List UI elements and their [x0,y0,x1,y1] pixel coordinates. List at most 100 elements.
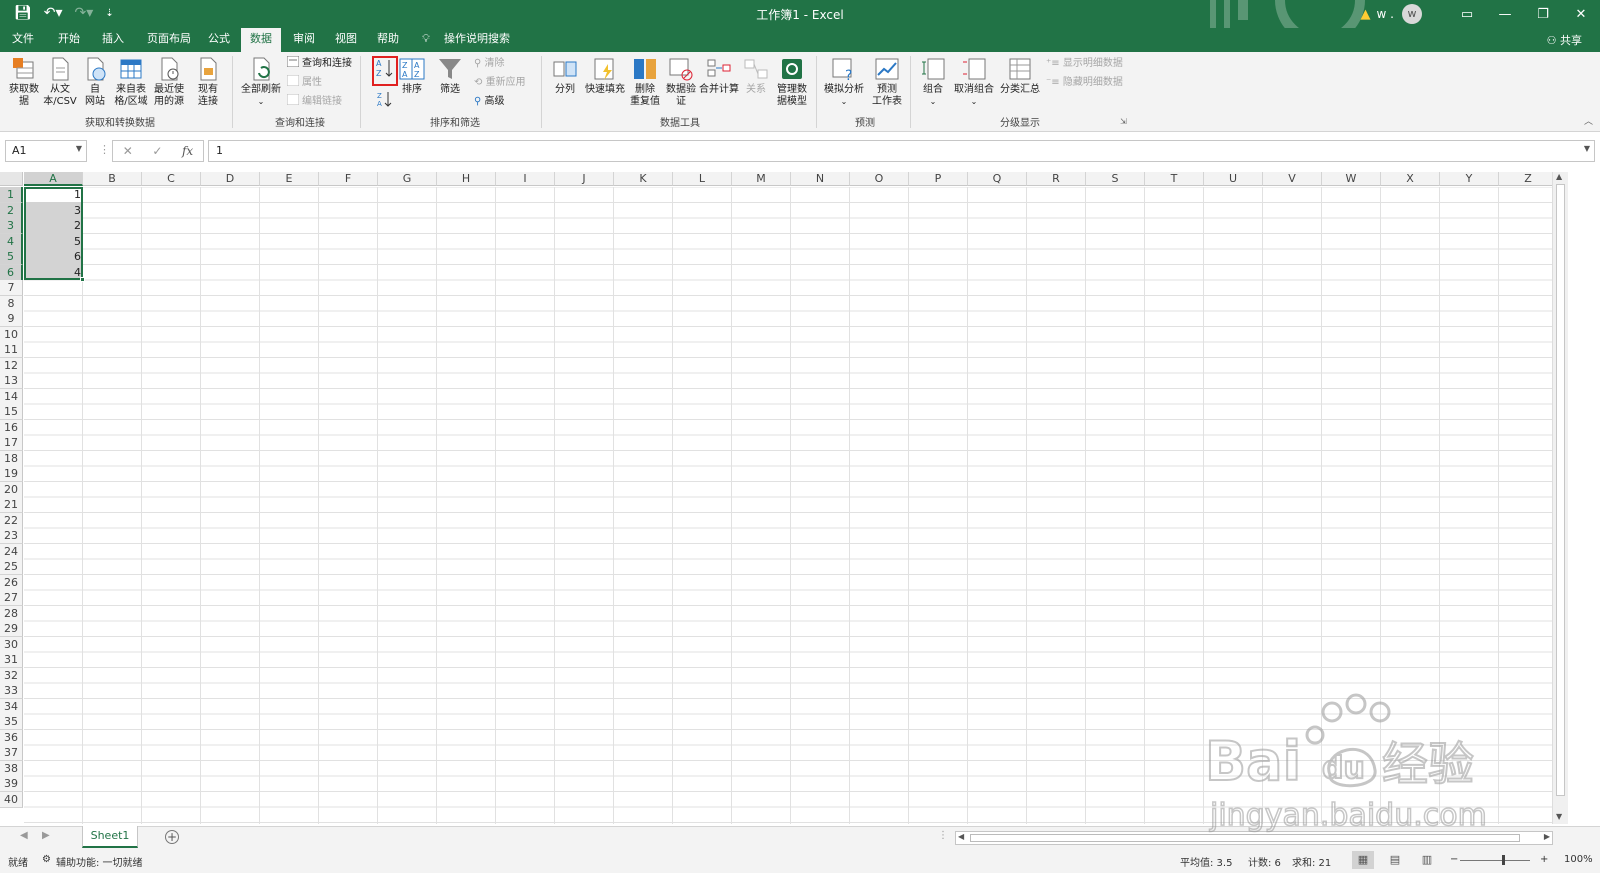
relationships-button[interactable]: 关系 [742,56,770,96]
remove-duplicates-button[interactable]: 删除 重复值 [628,56,662,108]
recent-sources-button[interactable]: 最近使 用的源 [150,56,188,108]
hide-detail-button[interactable]: ⁻≡ 隐藏明细数据 [1046,75,1123,91]
advanced-filter-button[interactable]: ⚲ 高级 [474,94,505,110]
warning-icon[interactable]: ▲ [1361,7,1371,22]
row-header-17[interactable]: 17 [0,435,23,451]
column-header-c[interactable]: C [142,172,201,186]
row-header-30[interactable]: 30 [0,636,23,653]
row-header-33[interactable]: 33 [0,683,23,699]
row-header-31[interactable]: 31 [0,652,23,668]
tab-page-layout[interactable]: 页面布局 [140,28,198,52]
row-header-7[interactable]: 7 [0,280,23,296]
flash-fill-button[interactable]: 快速填充 [584,56,626,96]
row-header-34[interactable]: 34 [0,698,23,715]
column-header-l[interactable]: L [673,172,732,186]
from-web-button[interactable]: 自 网站 [80,56,110,108]
forecast-sheet-button[interactable]: 预测 工作表 [870,56,904,108]
column-header-z[interactable]: Z [1499,172,1558,186]
zoom-knob[interactable] [1502,855,1505,865]
row-header-14[interactable]: 14 [0,388,23,405]
row-header-6[interactable]: 6 [0,264,23,281]
from-table-button[interactable]: 来自表 格/区域 [112,56,150,108]
queries-connections-button[interactable]: 查询和连接 [287,56,352,72]
from-text-csv-button[interactable]: 从文 本/CSV [42,56,78,108]
row-header-10[interactable]: 10 [0,326,23,343]
cell-a2[interactable]: 3 [24,203,81,218]
row-header-27[interactable]: 27 [0,590,23,606]
zoom-in-icon[interactable]: + [1540,854,1548,865]
select-all-corner[interactable] [0,172,23,186]
column-header-s[interactable]: S [1086,172,1145,186]
row-header-8[interactable]: 8 [0,295,23,312]
row-header-4[interactable]: 4 [0,233,23,250]
row-header-3[interactable]: 3 [0,218,23,234]
row-header-12[interactable]: 12 [0,357,23,374]
edit-links-button[interactable]: 编辑链接 [287,94,342,110]
add-sheet-icon[interactable]: + [165,830,179,844]
column-header-n[interactable]: N [791,172,850,186]
row-header-28[interactable]: 28 [0,605,23,622]
row-header-26[interactable]: 26 [0,574,23,591]
row-header-19[interactable]: 19 [0,466,23,482]
zoom-slider[interactable] [1460,860,1530,861]
ungroup-button[interactable]: 取消组合 ⌄ [952,56,996,108]
formula-input[interactable]: 1 ▼ [208,140,1595,162]
page-layout-view-icon[interactable]: ▤ [1384,851,1406,869]
column-header-m[interactable]: M [732,172,791,186]
row-header-5[interactable]: 5 [0,249,23,265]
column-header-i[interactable]: I [496,172,555,186]
properties-button[interactable]: 属性 [287,75,322,91]
row-header-15[interactable]: 15 [0,404,23,420]
column-header-e[interactable]: E [260,172,319,186]
minimize-icon[interactable]: — [1486,7,1524,22]
insert-function-icon[interactable]: fx [182,144,193,158]
avatar[interactable]: w [1402,4,1422,24]
cancel-icon[interactable]: ✕ [123,144,133,158]
column-header-w[interactable]: W [1322,172,1381,186]
row-header-13[interactable]: 13 [0,373,23,389]
get-data-button[interactable]: 获取数 据 [6,56,42,108]
column-header-d[interactable]: D [201,172,260,186]
column-header-j[interactable]: J [555,172,614,186]
cell-a1[interactable]: 1 [24,187,81,202]
column-header-y[interactable]: Y [1440,172,1499,186]
row-header-16[interactable]: 16 [0,419,23,436]
row-header-23[interactable]: 23 [0,528,23,544]
page-break-view-icon[interactable]: ▥ [1416,851,1438,869]
scroll-thumb[interactable] [1556,184,1565,796]
prev-sheet-icon[interactable]: ◀ [20,830,28,841]
row-header-2[interactable]: 2 [0,202,23,219]
enter-icon[interactable]: ✓ [152,144,162,158]
row-header-1[interactable]: 1 [0,187,23,203]
sort-button[interactable]: ZAAZ 排序 [398,56,426,96]
row-header-20[interactable]: 20 [0,481,23,498]
next-sheet-icon[interactable]: ▶ [42,830,50,841]
scroll-right-icon[interactable]: ▶ [1544,832,1550,841]
refresh-all-button[interactable]: 全部刷新 ⌄ [240,56,282,108]
show-detail-button[interactable]: ⁺≡ 显示明细数据 [1046,56,1123,72]
column-header-q[interactable]: Q [968,172,1027,186]
row-header-24[interactable]: 24 [0,543,23,560]
row-header-25[interactable]: 25 [0,559,23,575]
formula-bar-grip[interactable]: ⋮ [99,143,110,156]
group-button[interactable]: 组合 ⌄ [918,56,948,108]
restore-icon[interactable]: ❐ [1524,7,1562,22]
tab-file[interactable]: 文件 [6,28,40,52]
sort-descending-button[interactable]: ZA [372,90,398,112]
scroll-down-icon[interactable]: ▼ [1556,812,1562,821]
chevron-down-icon[interactable]: ▼ [76,144,82,153]
name-box[interactable]: A1 ▼ [5,140,87,162]
scroll-up-icon[interactable]: ▲ [1556,172,1562,181]
column-header-u[interactable]: U [1204,172,1263,186]
tab-view[interactable]: 视图 [329,28,363,52]
row-header-37[interactable]: 37 [0,745,23,761]
clear-filter-button[interactable]: ⚲ 清除 [474,56,505,72]
existing-connections-button[interactable]: 现有 连接 [194,56,222,108]
zoom-level[interactable]: 100% [1564,854,1593,865]
column-header-b[interactable]: B [83,172,142,186]
row-header-32[interactable]: 32 [0,667,23,684]
manage-data-model-button[interactable]: 管理数 据模型 [774,56,810,108]
column-header-g[interactable]: G [378,172,437,186]
row-header-38[interactable]: 38 [0,760,23,777]
column-header-x[interactable]: X [1381,172,1440,186]
